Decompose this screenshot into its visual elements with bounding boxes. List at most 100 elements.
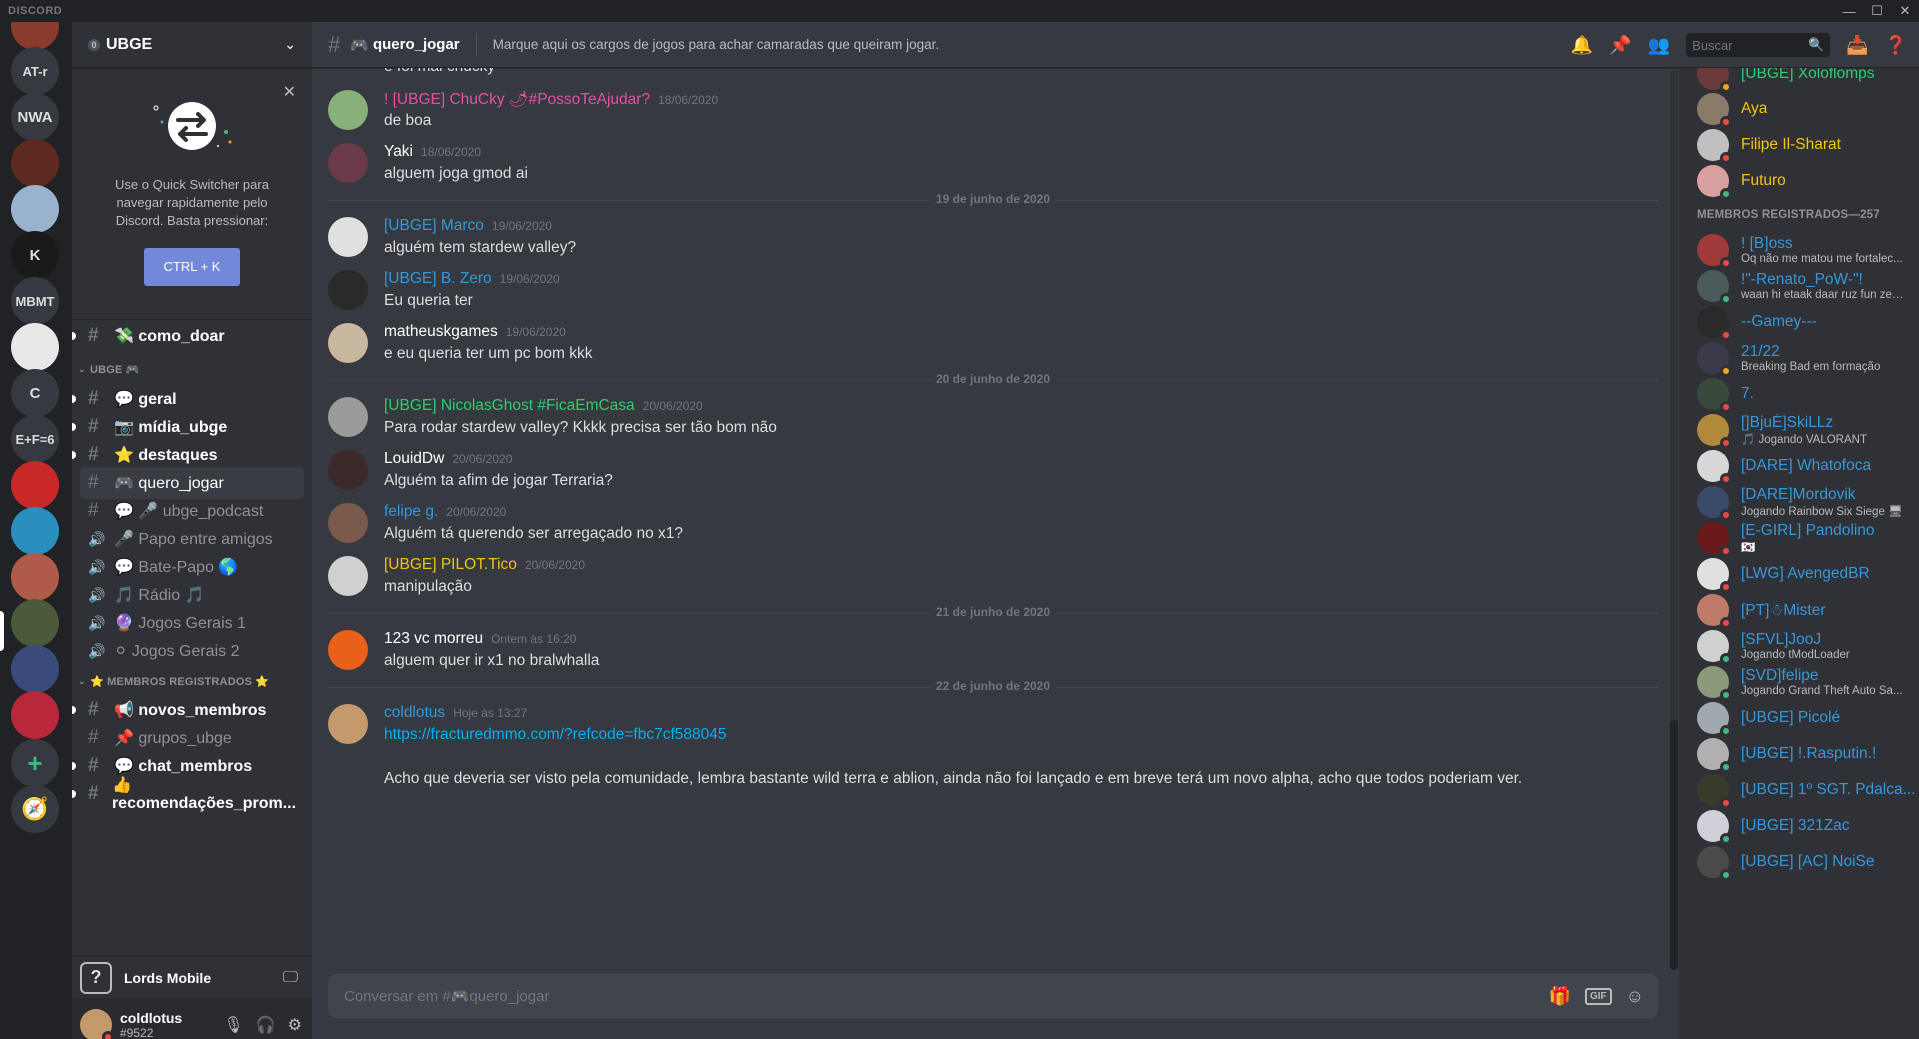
message-link[interactable]: https://fracturedmmo.com/?refcode=fbc7cf… [384, 726, 726, 744]
author-name[interactable]: ! [UBGE] ChuCky 🌶#PossoTeAjudar? [384, 90, 650, 109]
channel-list: #💛 parceiros_aliados#💸 como_doar⌄UBGE 🎮#… [72, 320, 312, 956]
avatar[interactable] [328, 556, 368, 596]
server-icon[interactable] [11, 553, 59, 601]
avatar[interactable] [328, 503, 368, 543]
gif-button[interactable]: GIF [1584, 987, 1612, 1005]
server-icon[interactable]: MBMT [11, 277, 59, 325]
member-name: [UBGE] [AC] NoiSe [1741, 853, 1875, 870]
server-icon[interactable] [11, 599, 59, 647]
avatar[interactable] [328, 450, 368, 490]
shortcut-button[interactable]: CTRL + K [144, 248, 240, 286]
server-icon[interactable] [11, 461, 59, 509]
member-text: []BjuÉ]SkiLLz 🎵 Jogando VALORANT [1741, 414, 1867, 446]
author-name[interactable]: [UBGE] B. Zero [384, 270, 492, 288]
server-icon[interactable]: NWA [11, 93, 59, 141]
voice-channel[interactable]: 🔊 ⚪ Jogos Gerais 2 [80, 635, 304, 667]
minimize-icon[interactable]: — [1835, 0, 1863, 22]
author-name[interactable]: coldlotus [384, 704, 445, 722]
server-initials: AT-r [22, 63, 48, 79]
avatar[interactable] [328, 397, 368, 437]
microphone-icon[interactable]: 🎙 [223, 1015, 243, 1035]
avatar[interactable] [328, 217, 368, 257]
date-divider: 21 de junho de 2020 [328, 605, 1658, 619]
user-tag: #9522 [120, 1025, 154, 1039]
author-name[interactable]: [UBGE] PILOT.Tico [384, 556, 517, 574]
message-text: alguem quer ir x1 no bralwhalla [384, 652, 600, 669]
author-name[interactable]: LouidDw [384, 450, 444, 468]
guild-header[interactable]: 0 UBGE ⌄ [72, 22, 312, 68]
gear-icon[interactable]: ⚙ [288, 1015, 302, 1035]
headphones-icon[interactable]: 🎧 [256, 1015, 276, 1035]
server-icon[interactable]: AT-r [11, 47, 59, 95]
server-icon[interactable]: E+F=6 [11, 415, 59, 463]
channel-topic[interactable]: Marque aqui os cargos de jogos para acha… [493, 37, 940, 52]
channel-category[interactable]: ⌄ ⭐ MEMBROS REGISTRADOS ⭐ [72, 672, 312, 690]
server-icon[interactable] [11, 139, 59, 187]
server-initials: MBMT [15, 293, 55, 309]
channel-label: 📷 mídia_ubge [114, 419, 228, 436]
status-indicator [1720, 869, 1732, 881]
server-icon[interactable] [11, 691, 59, 739]
screen-share-icon[interactable]: 🖵 [283, 969, 298, 987]
timestamp: 20/06/2020 [452, 452, 513, 466]
avatar[interactable] [80, 1008, 114, 1039]
member-name: [E-GIRL] Pandolino [1741, 522, 1875, 539]
member-name: ! [B]oss [1741, 235, 1793, 252]
message-header: felipe g. 20/06/2020 [384, 503, 506, 521]
author-name[interactable]: felipe g. [384, 503, 438, 521]
timestamp: 20/06/2020 [446, 505, 507, 519]
inbox-icon[interactable]: 📥 [1846, 35, 1868, 56]
status-indicator [102, 1030, 114, 1039]
avatar [1697, 738, 1732, 773]
chevron-down-icon[interactable]: ⌄ [284, 36, 296, 53]
channel-category[interactable]: ⌄ UBGE 🎮 [72, 360, 312, 378]
help-icon[interactable]: ❓ [1885, 35, 1907, 56]
channel-label: 🎮 quero_jogar [114, 475, 224, 492]
avatar [1697, 342, 1732, 377]
hash-icon: # [88, 388, 99, 409]
pin-icon[interactable]: 📌 [1609, 35, 1631, 56]
chevron-down-icon: ⌄ [78, 675, 86, 686]
author-name[interactable]: 123 vc morreu [384, 630, 483, 648]
server-icon[interactable]: K [11, 231, 59, 279]
search-input[interactable]: Buscar 🔍 [1686, 33, 1831, 57]
avatar[interactable] [328, 704, 368, 744]
avatar [1697, 450, 1732, 485]
timestamp: 19/06/2020 [499, 272, 560, 286]
avatar[interactable] [328, 143, 368, 183]
message-input[interactable]: Conversar em #🎮quero_jogar 🎁 GIF ☺ [328, 974, 1658, 1018]
server-icon[interactable] [11, 22, 59, 50]
member-item[interactable]: [UBGE] [AC] NoiSe [1697, 840, 1917, 884]
activity-panel[interactable]: ? Lords Mobile 🖵 [72, 956, 312, 998]
author-name[interactable]: matheuskgames [384, 323, 498, 341]
close-icon[interactable]: ✕ [1891, 0, 1919, 22]
quick-switcher-tip: ✕ Use o Quick Switcher para navegar rapi… [72, 68, 312, 320]
server-icon[interactable] [11, 323, 59, 371]
timestamp: 18/06/2020 [421, 145, 482, 159]
gift-icon[interactable]: 🎁 [1549, 986, 1571, 1007]
close-icon[interactable]: ✕ [283, 82, 296, 102]
avatar[interactable] [328, 323, 368, 363]
add-server-button[interactable]: + [11, 739, 59, 787]
emoji-icon[interactable]: ☺ [1626, 986, 1644, 1007]
author-name[interactable]: Yaki [384, 143, 413, 161]
scrollbar-thumb[interactable] [1670, 720, 1678, 970]
text-channel[interactable]: # 👍 recomendações_prom... [72, 777, 304, 812]
members-icon[interactable]: 👥 [1648, 35, 1670, 56]
server-icon[interactable] [11, 645, 59, 693]
author-name[interactable]: [UBGE] Marco [384, 217, 484, 235]
server-icon[interactable] [11, 185, 59, 233]
avatar[interactable] [328, 270, 368, 310]
avatar[interactable] [328, 90, 368, 130]
text-channel[interactable]: # 💸 como_doar [72, 320, 304, 352]
explore-icon[interactable]: 🧭 [11, 785, 59, 833]
channel-name: quero_jogar [372, 36, 460, 53]
message-text: Alguém ta afim de jogar Terraria? [384, 472, 613, 489]
server-icon[interactable] [11, 507, 59, 555]
author-name[interactable]: [UBGE] NicolasGhost #FicaEmCasa [384, 397, 635, 415]
avatar[interactable] [328, 630, 368, 670]
server-icon[interactable]: C [11, 369, 59, 417]
bell-icon[interactable]: 🔔 [1571, 35, 1593, 56]
maximize-icon[interactable]: ☐ [1863, 0, 1891, 22]
member-item[interactable]: Futuro [1697, 159, 1917, 203]
